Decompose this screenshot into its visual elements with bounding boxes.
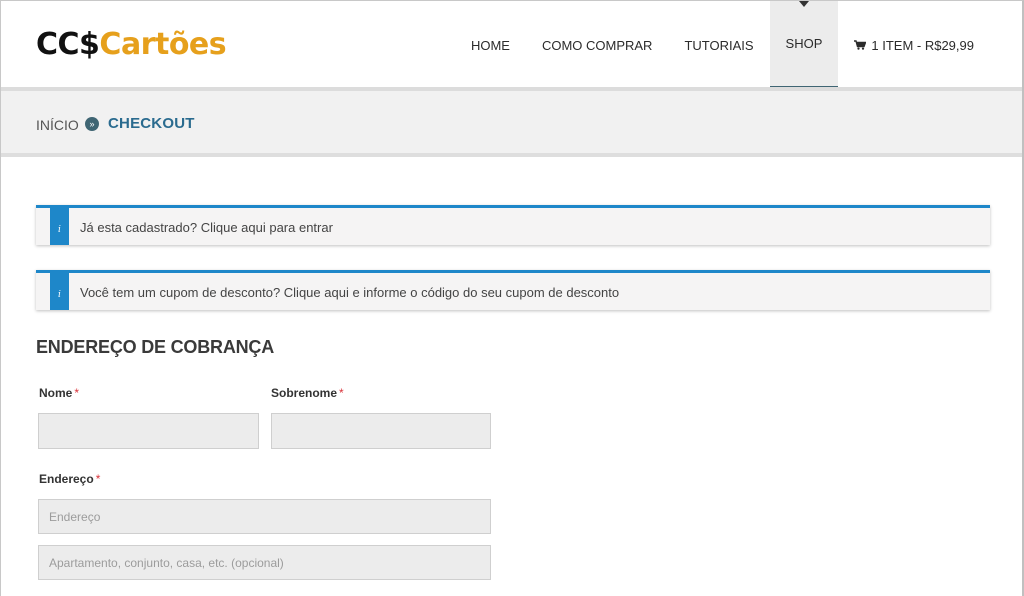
logo-part-cartoes: Cartões xyxy=(99,27,227,62)
required-mark: * xyxy=(74,386,80,400)
address2-field[interactable] xyxy=(38,545,491,580)
nav-como-comprar[interactable]: COMO COMPRAR xyxy=(526,1,669,89)
billing-section-title: ENDEREÇO DE COBRANÇA xyxy=(36,337,275,357)
required-mark: * xyxy=(339,386,344,400)
info-icon: i xyxy=(50,205,69,245)
cart-icon xyxy=(854,40,867,50)
address-label: Endereço * xyxy=(39,472,100,486)
logo-part-cc: CC$ xyxy=(36,27,100,62)
address-field[interactable] xyxy=(38,499,491,534)
cart-summary: 1 ITEM - R$29,99 xyxy=(871,37,974,53)
nav-cart[interactable]: 1 ITEM - R$29,99 xyxy=(838,1,1022,89)
chevron-right-icon: » xyxy=(85,117,99,131)
login-notice-text[interactable]: Já esta cadastrado? Clique aqui para ent… xyxy=(80,220,333,235)
page-frame: CC$Cartões HOME COMO COMPRAR TUTORIAIS S… xyxy=(0,0,1024,596)
address-label-text: Endereço xyxy=(39,472,94,486)
site-header: CC$Cartões HOME COMO COMPRAR TUTORIAIS S… xyxy=(1,1,1022,89)
first-name-field[interactable] xyxy=(38,413,259,449)
nav-home[interactable]: HOME xyxy=(455,1,526,89)
breadcrumb-home[interactable]: INÍCIO xyxy=(36,117,79,133)
coupon-notice-text[interactable]: Você tem um cupom de desconto? Clique aq… xyxy=(80,285,619,300)
breadcrumb-current: CHECKOUT xyxy=(108,115,195,132)
main-nav: HOME COMO COMPRAR TUTORIAIS SHOP 1 ITEM … xyxy=(455,1,1022,89)
required-mark: * xyxy=(95,472,101,486)
login-notice[interactable]: i Já esta cadastrado? Clique aqui para e… xyxy=(36,205,990,245)
breadcrumb: INÍCIO » CHECKOUT xyxy=(1,91,1022,157)
first-name-label: Nome * xyxy=(39,386,79,400)
nav-tutoriais[interactable]: TUTORIAIS xyxy=(668,1,769,89)
info-icon: i xyxy=(50,270,69,310)
nav-shop[interactable]: SHOP xyxy=(769,1,839,89)
last-name-label: Sobrenome * xyxy=(271,386,344,400)
last-name-label-text: Sobrenome xyxy=(271,386,338,400)
last-name-field[interactable] xyxy=(271,413,491,449)
coupon-notice[interactable]: i Você tem um cupom de desconto? Clique … xyxy=(36,270,990,310)
site-logo[interactable]: CC$Cartões xyxy=(36,27,227,63)
first-name-label-text: Nome xyxy=(39,386,73,400)
